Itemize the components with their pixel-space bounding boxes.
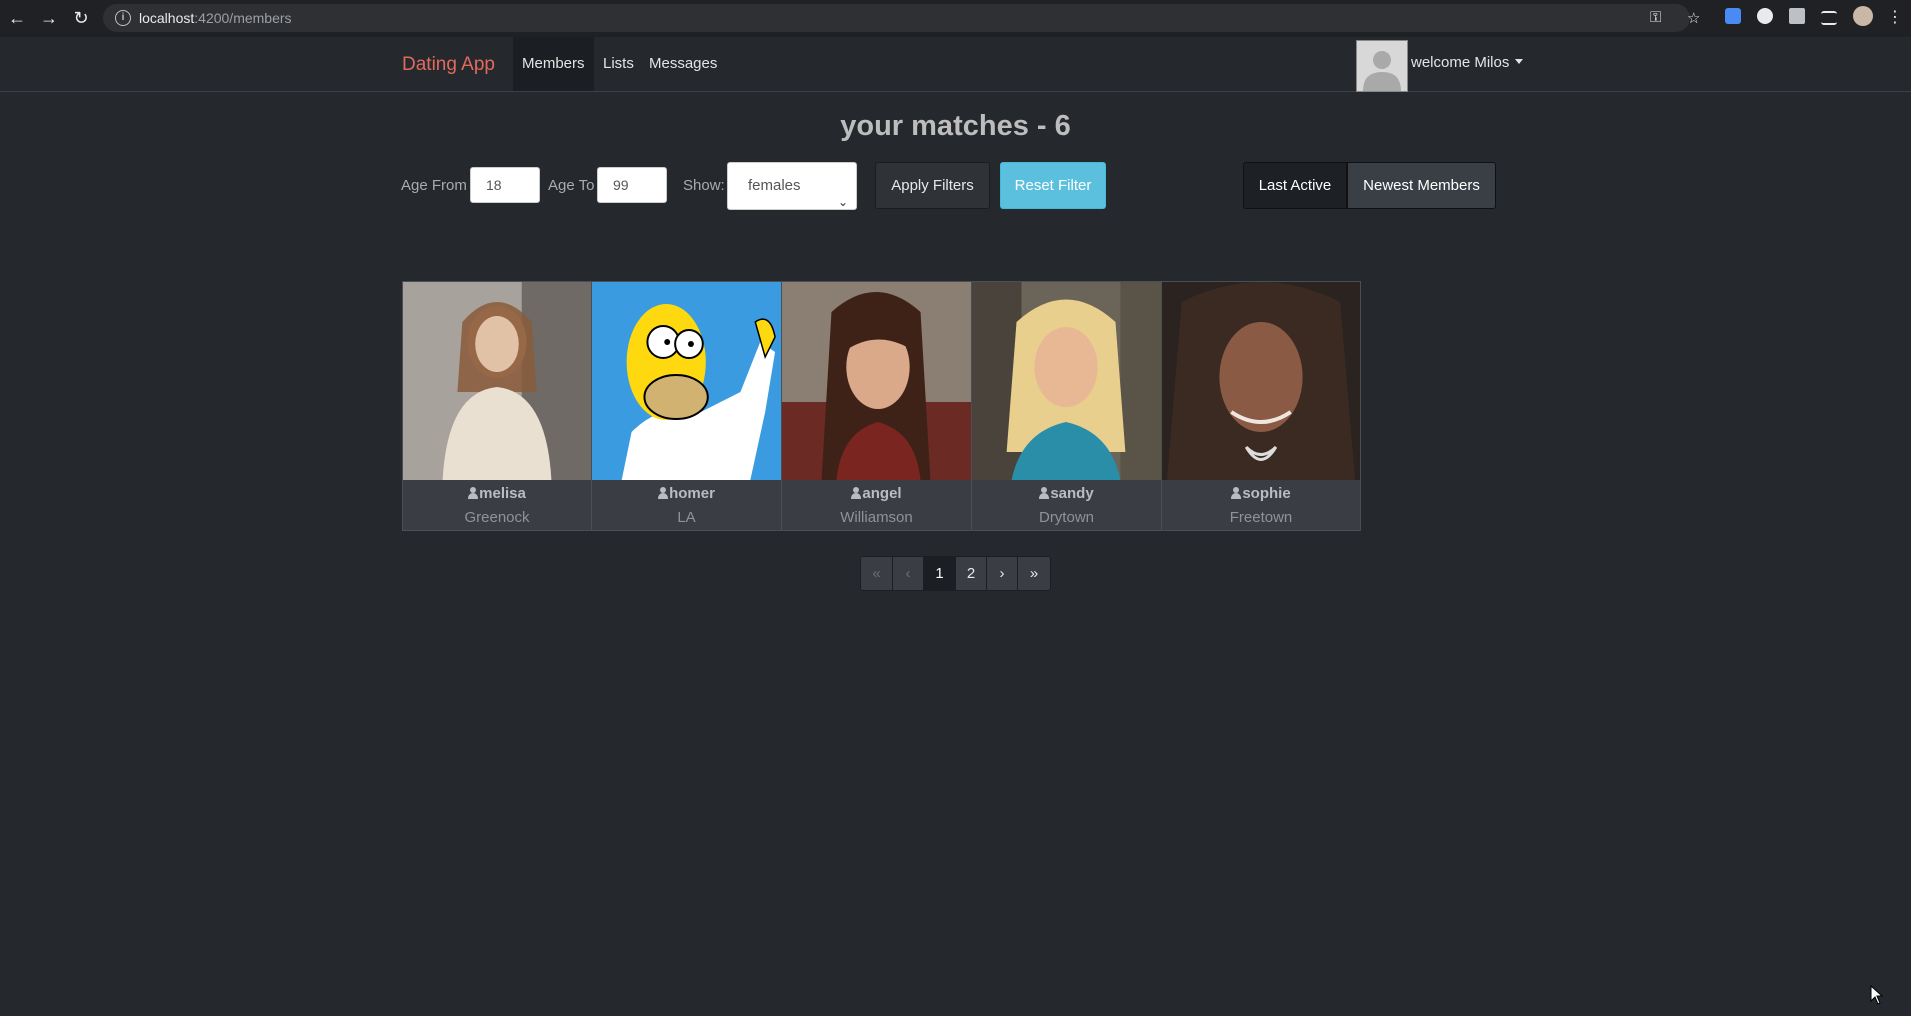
user-icon <box>851 487 862 499</box>
site-info-icon[interactable]: i <box>115 10 131 26</box>
address-bar[interactable]: i localhost:4200/members ⚿ ☆ <box>103 4 1700 32</box>
nav-messages[interactable]: Messages <box>640 37 726 91</box>
member-card[interactable]: sandy Drytown <box>971 281 1162 531</box>
gender-select[interactable]: females ⌄ <box>727 162 857 210</box>
user-icon <box>658 487 669 499</box>
pagination-next[interactable]: › <box>986 556 1018 591</box>
key-icon[interactable]: ⚿ <box>1650 9 1661 26</box>
user-placeholder-icon <box>1357 41 1407 91</box>
menu-icon[interactable]: ⋮ <box>1884 7 1906 29</box>
puzzle-icon[interactable] <box>1789 8 1805 24</box>
forward-icon[interactable]: → <box>38 7 60 29</box>
user-icon <box>1231 487 1242 499</box>
url-text: localhost:4200/members <box>139 10 292 26</box>
app-navbar: Dating App Members Lists Messages welcom… <box>0 37 1911 92</box>
member-photo <box>1162 282 1360 480</box>
pagination-page-1[interactable]: 1 <box>923 556 956 591</box>
back-icon[interactable]: ← <box>6 7 28 29</box>
show-label: Show: <box>683 177 725 194</box>
welcome-text: welcome Milos <box>1411 54 1510 71</box>
mouse-cursor-icon <box>1870 985 1884 1005</box>
member-name: angel <box>782 485 971 502</box>
pagination-last[interactable]: » <box>1017 556 1051 591</box>
member-card[interactable]: melisa Greenock <box>402 281 592 531</box>
sort-newest-members-button[interactable]: Newest Members <box>1347 162 1496 209</box>
age-from-input[interactable]: 18 <box>470 167 540 203</box>
extension-icon[interactable] <box>1757 8 1773 24</box>
member-card[interactable]: homer LA <box>591 281 782 531</box>
age-from-label: Age From <box>401 177 467 194</box>
member-photo <box>403 282 591 480</box>
member-photo <box>592 282 781 480</box>
pagination-first[interactable]: « <box>860 556 893 591</box>
age-to-input[interactable]: 99 <box>597 167 667 203</box>
translate-extension-icon[interactable] <box>1725 8 1741 24</box>
gender-select-value: females <box>748 177 801 194</box>
apply-filters-button[interactable]: Apply Filters <box>875 162 990 209</box>
sort-last-active-button[interactable]: Last Active <box>1243 162 1347 209</box>
user-icon <box>1039 487 1050 499</box>
profile-avatar-icon[interactable] <box>1853 6 1873 26</box>
member-name: sophie <box>1162 485 1360 502</box>
star-icon[interactable]: ☆ <box>1687 9 1700 27</box>
user-icon <box>468 487 479 499</box>
member-card[interactable]: angel Williamson <box>781 281 972 531</box>
member-photo <box>782 282 971 480</box>
member-city: Freetown <box>1229 509 1293 526</box>
member-city: Drytown <box>1038 509 1094 526</box>
chevron-down-icon: ⌄ <box>837 195 848 209</box>
member-name: homer <box>592 485 781 502</box>
nav-members[interactable]: Members <box>513 37 594 91</box>
reset-filter-button[interactable]: Reset Filter <box>1000 162 1106 209</box>
browser-toolbar: ← → ↻ i localhost:4200/members ⚿ ☆ ⋮ <box>0 0 1911 38</box>
pagination-prev[interactable]: ‹ <box>892 556 924 591</box>
member-card[interactable]: sophie Freetown <box>1161 281 1361 531</box>
reload-icon[interactable]: ↻ <box>70 7 92 29</box>
nav-lists[interactable]: Lists <box>594 37 643 91</box>
member-city: Greenock <box>464 509 530 526</box>
age-to-label: Age To <box>548 177 595 194</box>
member-name: sandy <box>972 485 1161 502</box>
member-city: Williamson <box>840 509 913 526</box>
member-photo <box>972 282 1161 480</box>
brand-logo[interactable]: Dating App <box>402 54 495 76</box>
reading-list-icon[interactable] <box>1821 11 1837 25</box>
member-city: LA <box>677 509 696 526</box>
member-name: melisa <box>403 485 591 502</box>
user-dropdown-toggle[interactable]: welcome Milos <box>1411 54 1524 71</box>
pagination-page-2[interactable]: 2 <box>955 556 987 591</box>
caret-down-icon <box>1515 59 1524 64</box>
page-title: your matches - 6 <box>840 110 1071 142</box>
user-avatar[interactable] <box>1356 40 1408 92</box>
